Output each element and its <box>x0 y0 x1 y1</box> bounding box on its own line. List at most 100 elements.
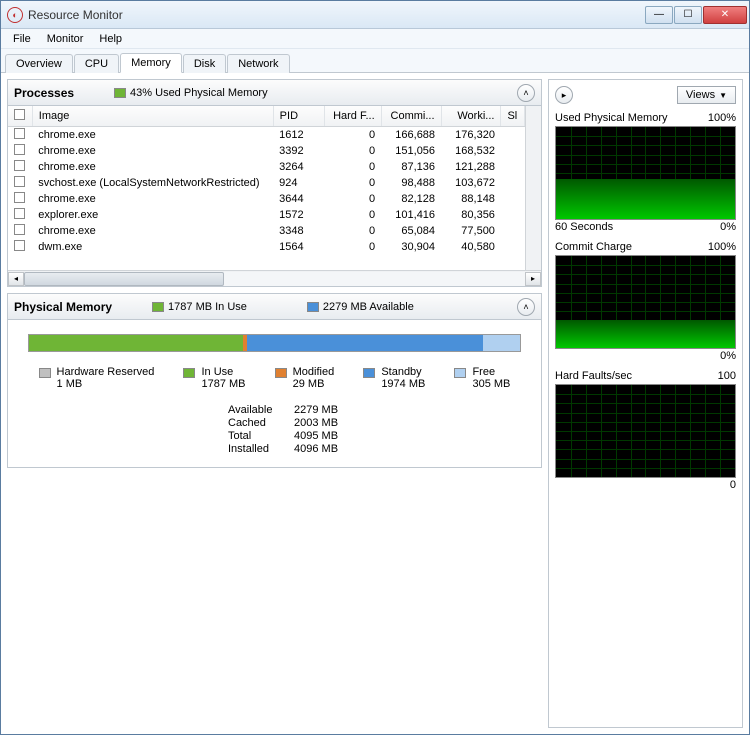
table-row[interactable]: chrome.exe 3264 0 87,136 121,288 <box>8 159 525 175</box>
cell-hardf: 0 <box>325 175 381 191</box>
table-row[interactable]: chrome.exe 3644 0 82,128 88,148 <box>8 191 525 207</box>
mem-swatch <box>114 88 126 98</box>
graph-foot-r: 0 <box>730 479 736 491</box>
cell-hardf: 0 <box>325 239 381 255</box>
cell-image: chrome.exe <box>32 191 273 207</box>
cell-pid: 924 <box>273 175 325 191</box>
menu-file[interactable]: File <box>5 31 39 47</box>
row-checkbox[interactable] <box>14 144 25 155</box>
col-image[interactable]: Image <box>32 106 273 127</box>
processes-header[interactable]: Processes 43% Used Physical Memory ˄ <box>8 80 541 106</box>
cell-commit: 82,128 <box>381 191 441 207</box>
processes-title: Processes <box>14 86 74 100</box>
row-checkbox[interactable] <box>14 192 25 203</box>
collapse-processes-icon[interactable]: ˄ <box>517 84 535 102</box>
graph-foot-r: 0% <box>720 221 736 233</box>
tab-cpu[interactable]: CPU <box>74 54 119 73</box>
graph-block: Commit Charge100% 0% <box>555 241 736 362</box>
close-button[interactable]: ✕ <box>703 6 747 24</box>
tab-memory[interactable]: Memory <box>120 53 182 73</box>
cell-working: 103,672 <box>441 175 501 191</box>
cell-hardf: 0 <box>325 127 381 144</box>
available-label: Available <box>228 404 288 416</box>
physical-inuse-status: 1787 MB In Use <box>168 301 247 313</box>
app-icon: ◐ <box>7 7 23 23</box>
graph-fill <box>556 320 735 348</box>
scroll-thumb[interactable] <box>24 272 224 286</box>
row-checkbox[interactable] <box>14 160 25 171</box>
collapse-physical-icon[interactable]: ˄ <box>517 298 535 316</box>
cell-commit: 87,136 <box>381 159 441 175</box>
membar-free <box>483 335 519 351</box>
legend-swatch <box>363 368 375 378</box>
table-row[interactable]: chrome.exe 3392 0 151,056 168,532 <box>8 143 525 159</box>
tab-network[interactable]: Network <box>227 54 289 73</box>
cached-value: 2003 MB <box>294 417 364 429</box>
titlebar[interactable]: ◐ Resource Monitor — ☐ ✕ <box>1 1 749 29</box>
cell-image: svchost.exe (LocalSystemNetworkRestricte… <box>32 175 273 191</box>
graph-block: Used Physical Memory100% 60 Seconds0% <box>555 112 736 233</box>
minimize-button[interactable]: — <box>645 6 673 24</box>
processes-panel: Processes 43% Used Physical Memory ˄ <box>7 79 542 287</box>
cell-working: 88,148 <box>441 191 501 207</box>
cell-working: 168,532 <box>441 143 501 159</box>
graph-title: Commit Charge <box>555 241 632 253</box>
legend-label: Standby <box>381 366 425 378</box>
tab-overview[interactable]: Overview <box>5 54 73 73</box>
cell-hardf: 0 <box>325 159 381 175</box>
table-row[interactable]: explorer.exe 1572 0 101,416 80,356 <box>8 207 525 223</box>
physical-header[interactable]: Physical Memory 1787 MB In Use 2279 MB A… <box>8 294 541 320</box>
installed-label: Installed <box>228 443 288 455</box>
scroll-right-icon[interactable]: ▸ <box>525 272 541 286</box>
table-row[interactable]: chrome.exe 1612 0 166,688 176,320 <box>8 127 525 144</box>
cell-image: explorer.exe <box>32 207 273 223</box>
graph-title: Hard Faults/sec <box>555 370 632 382</box>
memory-bar <box>28 334 521 352</box>
cell-hardf: 0 <box>325 143 381 159</box>
total-value: 4095 MB <box>294 430 364 442</box>
content-area: Processes 43% Used Physical Memory ˄ <box>1 73 749 734</box>
table-row[interactable]: chrome.exe 3348 0 65,084 77,500 <box>8 223 525 239</box>
row-checkbox[interactable] <box>14 176 25 187</box>
row-checkbox[interactable] <box>14 224 25 235</box>
select-all-checkbox[interactable] <box>14 109 25 120</box>
menu-monitor[interactable]: Monitor <box>39 31 92 47</box>
graph-max: 100% <box>708 112 736 124</box>
graph-max: 100 <box>718 370 736 382</box>
menu-help[interactable]: Help <box>91 31 130 47</box>
processes-hscroll[interactable]: ◂ ▸ <box>8 270 541 286</box>
tab-disk[interactable]: Disk <box>183 54 226 73</box>
cell-commit: 30,904 <box>381 239 441 255</box>
legend-inuse: In Use 1787 MB <box>183 366 245 390</box>
col-sl[interactable]: Sl <box>501 106 525 127</box>
graph-block: Hard Faults/sec 100 0 <box>555 370 736 491</box>
table-row[interactable]: dwm.exe 1564 0 30,904 40,580 <box>8 239 525 255</box>
col-pid[interactable]: PID <box>273 106 325 127</box>
table-row[interactable]: svchost.exe (LocalSystemNetworkRestricte… <box>8 175 525 191</box>
row-checkbox[interactable] <box>14 128 25 139</box>
collapse-right-icon[interactable]: ▸ <box>555 86 573 104</box>
cell-pid: 3348 <box>273 223 325 239</box>
legend-label: Modified <box>293 366 335 378</box>
col-working[interactable]: Worki... <box>441 106 501 127</box>
cell-pid: 3392 <box>273 143 325 159</box>
scroll-left-icon[interactable]: ◂ <box>8 272 24 286</box>
col-commit[interactable]: Commi... <box>381 106 441 127</box>
row-checkbox[interactable] <box>14 208 25 219</box>
cell-hardf: 0 <box>325 191 381 207</box>
physical-memory-panel: Physical Memory 1787 MB In Use 2279 MB A… <box>7 293 542 468</box>
views-button[interactable]: Views ▼ <box>677 86 736 104</box>
processes-vscroll[interactable] <box>525 106 541 270</box>
row-checkbox[interactable] <box>14 240 25 251</box>
cell-image: dwm.exe <box>32 239 273 255</box>
maximize-button[interactable]: ☐ <box>674 6 702 24</box>
legend-swatch <box>454 368 466 378</box>
legend-value: 1974 MB <box>381 378 425 390</box>
tabbar: Overview CPU Memory Disk Network <box>1 49 749 73</box>
cached-label: Cached <box>228 417 288 429</box>
col-hardf[interactable]: Hard F... <box>325 106 381 127</box>
cell-pid: 3644 <box>273 191 325 207</box>
memory-legend: Hardware Reserved 1 MB In Use 1787 MB Mo… <box>8 362 541 394</box>
left-pane: Processes 43% Used Physical Memory ˄ <box>7 79 542 728</box>
physical-avail-status: 2279 MB Available <box>323 301 414 313</box>
